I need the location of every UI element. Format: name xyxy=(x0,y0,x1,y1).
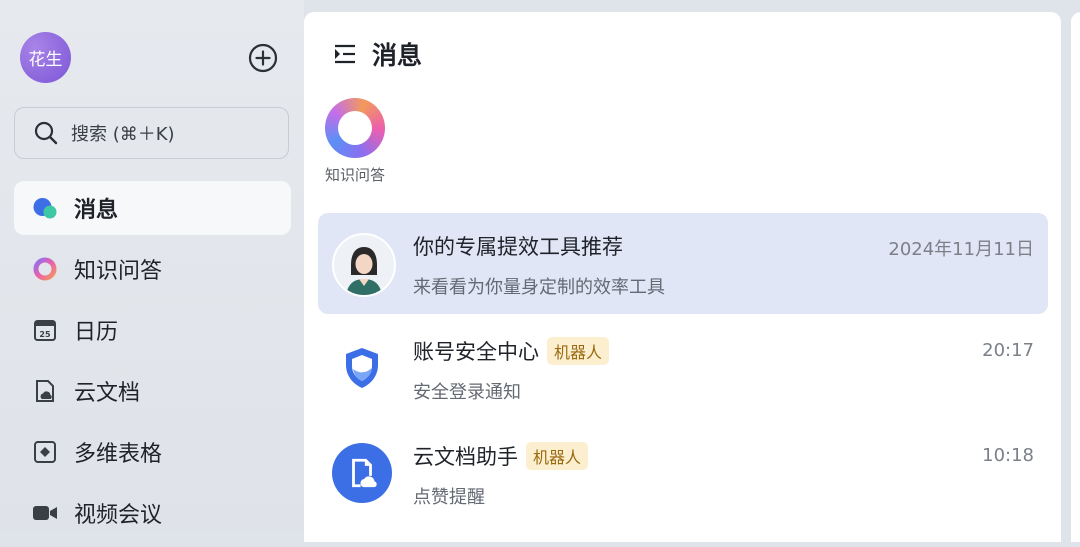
bot-badge: 机器人 xyxy=(526,442,589,470)
message-title: 你的专属提效工具推荐 xyxy=(413,231,623,261)
message-time: 2024年11月11日 xyxy=(888,239,1034,260)
conversation-name: 你的专属提效工具推荐 xyxy=(413,235,623,259)
search-icon xyxy=(34,121,58,145)
pinned-knowledge-qa[interactable]: 知识问答 xyxy=(320,98,390,185)
sidebar-item-messages[interactable]: 消息 xyxy=(14,181,291,235)
search-box[interactable]: 搜索 (⌘＋K) xyxy=(14,107,289,159)
adjacent-panel-edge xyxy=(1071,12,1080,542)
message-time: 20:17 xyxy=(982,340,1034,361)
avatar xyxy=(332,233,396,297)
message-list: 你的专属提效工具推荐 来看看为你量身定制的效率工具 2024年11月11日 账号… xyxy=(318,213,1048,528)
knowledge-ring-icon xyxy=(32,256,58,282)
collapse-sidebar-icon[interactable] xyxy=(332,41,358,67)
message-preview: 点赞提醒 xyxy=(413,487,485,508)
message-preview: 安全登录通知 xyxy=(413,382,521,403)
knowledge-ring-icon xyxy=(325,98,385,158)
add-button[interactable] xyxy=(247,42,279,74)
message-panel: 消息 知识问答 你的专属提效工具推荐 来看看为你量身定制的效率工具 2024年1… xyxy=(304,12,1061,542)
video-camera-icon xyxy=(32,500,58,526)
message-row[interactable]: 账号安全中心 机器人 安全登录通知 20:17 xyxy=(318,318,1048,419)
message-preview: 来看看为你量身定制的效率工具 xyxy=(413,277,665,298)
sidebar: 花生 搜索 (⌘＋K) 消息 知识问答 25 日历 云文档 多维表格 视频会议 xyxy=(0,0,304,531)
message-title: 账号安全中心 机器人 xyxy=(413,336,610,366)
sidebar-item-knowledge-qa[interactable]: 知识问答 xyxy=(14,242,291,296)
message-row[interactable]: 云文档助手 机器人 点赞提醒 10:18 xyxy=(318,423,1048,524)
sidebar-item-base[interactable]: 多维表格 xyxy=(14,425,291,479)
message-time: 10:18 xyxy=(982,445,1034,466)
plus-circle-icon xyxy=(248,43,278,73)
svg-text:25: 25 xyxy=(39,330,51,339)
avatar xyxy=(332,443,392,503)
cloud-doc-icon xyxy=(352,458,377,488)
avatar-text: 花生 xyxy=(28,50,63,70)
page-title: 消息 xyxy=(372,41,423,70)
conversation-name: 云文档助手 xyxy=(413,445,518,469)
sidebar-item-calendar[interactable]: 25 日历 xyxy=(14,303,291,357)
message-title: 云文档助手 机器人 xyxy=(413,441,589,471)
cloud-doc-icon xyxy=(32,378,58,404)
panel-header: 消息 xyxy=(332,36,422,72)
search-placeholder: 搜索 (⌘＋K) xyxy=(71,124,175,145)
message-row[interactable]: 你的专属提效工具推荐 来看看为你量身定制的效率工具 2024年11月11日 xyxy=(318,213,1048,314)
user-avatar[interactable]: 花生 xyxy=(20,32,71,83)
conversation-name: 账号安全中心 xyxy=(413,340,539,364)
shield-icon xyxy=(346,348,378,388)
base-table-icon xyxy=(32,439,58,465)
sidebar-item-label: 知识问答 xyxy=(74,259,163,284)
pinned-label: 知识问答 xyxy=(324,166,385,184)
chat-bubble-icon xyxy=(32,195,58,221)
person-avatar-icon xyxy=(334,235,394,295)
sidebar-item-label: 日历 xyxy=(74,320,119,345)
avatar xyxy=(332,338,392,398)
sidebar-item-label: 多维表格 xyxy=(74,442,163,467)
sidebar-nav: 消息 知识问答 25 日历 云文档 多维表格 视频会议 xyxy=(14,181,291,547)
sidebar-item-label: 消息 xyxy=(74,198,119,223)
calendar-icon: 25 xyxy=(32,317,58,343)
bot-badge: 机器人 xyxy=(547,337,610,365)
sidebar-item-video-meeting[interactable]: 视频会议 xyxy=(14,486,291,540)
sidebar-item-label: 云文档 xyxy=(74,381,141,406)
sidebar-item-label: 视频会议 xyxy=(74,503,163,528)
sidebar-item-cloud-docs[interactable]: 云文档 xyxy=(14,364,291,418)
